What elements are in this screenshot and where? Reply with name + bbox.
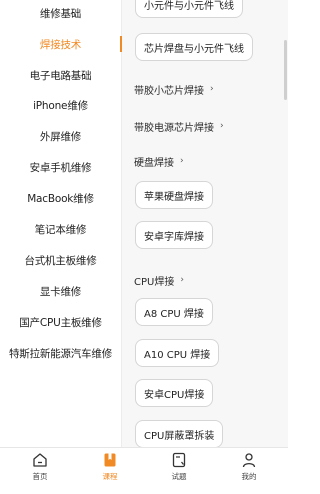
tab-courses[interactable]: 课程 (90, 452, 130, 490)
profile-icon (242, 453, 256, 468)
chevron-right-icon: › (220, 121, 224, 131)
tab-exams[interactable]: 试题 (159, 452, 199, 490)
sidebar-item-repair-basics[interactable]: 维修基础 (0, 0, 121, 28)
section-header[interactable]: 硬盘焊接 › (134, 153, 184, 169)
sidebar-item-laptop[interactable]: 笔记本维修 (0, 214, 121, 244)
chevron-right-icon: › (210, 84, 214, 94)
exam-icon (172, 452, 186, 468)
sidebar-item-tesla-ev[interactable]: 特斯拉新能源汽车维修 (0, 338, 121, 368)
sidebar-item-outer-screen[interactable]: 外屏维修 (0, 121, 121, 151)
chevron-right-icon: › (180, 275, 184, 285)
sidebar-item-macbook[interactable]: MacBook维修 (0, 183, 121, 213)
tab-label: 我的 (241, 472, 257, 481)
section-title: CPU焊接 (134, 276, 175, 288)
section-header[interactable]: 带胶小芯片焊接 › (134, 81, 214, 97)
section-title: 硬盘焊接 (134, 157, 174, 169)
chevron-right-icon: › (180, 156, 184, 166)
tab-home[interactable]: 首页 (20, 452, 60, 490)
course-pill[interactable]: 芯片焊盘与小元件飞线 (135, 33, 253, 61)
course-pill[interactable]: 苹果硬盘焊接 (135, 181, 213, 209)
sidebar-item-desktop-board[interactable]: 台式机主板维修 (0, 245, 121, 275)
sidebar-item-iphone[interactable]: iPhone维修 (0, 90, 121, 120)
app-screen: 维修基础 焊接技术 电子电路基础 iPhone维修 外屏维修 安卓手机维修 Ma… (0, 0, 288, 494)
sidebar-item-gpu[interactable]: 显卡维修 (0, 276, 121, 306)
section-title: 带胶小芯片焊接 (134, 85, 204, 97)
course-pill[interactable]: 安卓字库焊接 (135, 221, 213, 249)
sidebar-item-circuit-basics[interactable]: 电子电路基础 (0, 60, 121, 90)
bottom-tab-bar: 首页 课程 试题 我的 (0, 447, 288, 494)
course-content: 小元件与小元件飞线 芯片焊盘与小元件飞线 带胶小芯片焊接 › 带胶电源芯片焊接 … (122, 0, 288, 447)
course-pill[interactable]: CPU屏蔽罩拆装 (135, 420, 224, 447)
tab-label: 课程 (102, 472, 118, 481)
course-pill[interactable]: A10 CPU 焊接 (135, 339, 220, 367)
scrollbar[interactable] (284, 40, 287, 100)
course-pill[interactable]: 安卓CPU焊接 (135, 379, 214, 407)
bookmark-icon (104, 453, 116, 467)
tab-label: 试题 (171, 472, 187, 481)
section-title: 带胶电源芯片焊接 (134, 122, 214, 134)
home-icon (33, 453, 47, 467)
tab-label: 首页 (32, 472, 48, 481)
tab-profile[interactable]: 我的 (229, 452, 269, 490)
course-pill[interactable]: A8 CPU 焊接 (135, 298, 213, 326)
section-header[interactable]: CPU焊接 › (134, 272, 184, 288)
sidebar-item-soldering[interactable]: 焊接技术 (0, 29, 122, 59)
category-sidebar: 维修基础 焊接技术 电子电路基础 iPhone维修 外屏维修 安卓手机维修 Ma… (0, 0, 122, 447)
sidebar-item-android[interactable]: 安卓手机维修 (0, 152, 121, 182)
course-pill[interactable]: 小元件与小元件飞线 (135, 0, 243, 18)
sidebar-item-domestic-cpu[interactable]: 国产CPU主板维修 (0, 307, 121, 337)
section-header[interactable]: 带胶电源芯片焊接 › (134, 118, 224, 134)
